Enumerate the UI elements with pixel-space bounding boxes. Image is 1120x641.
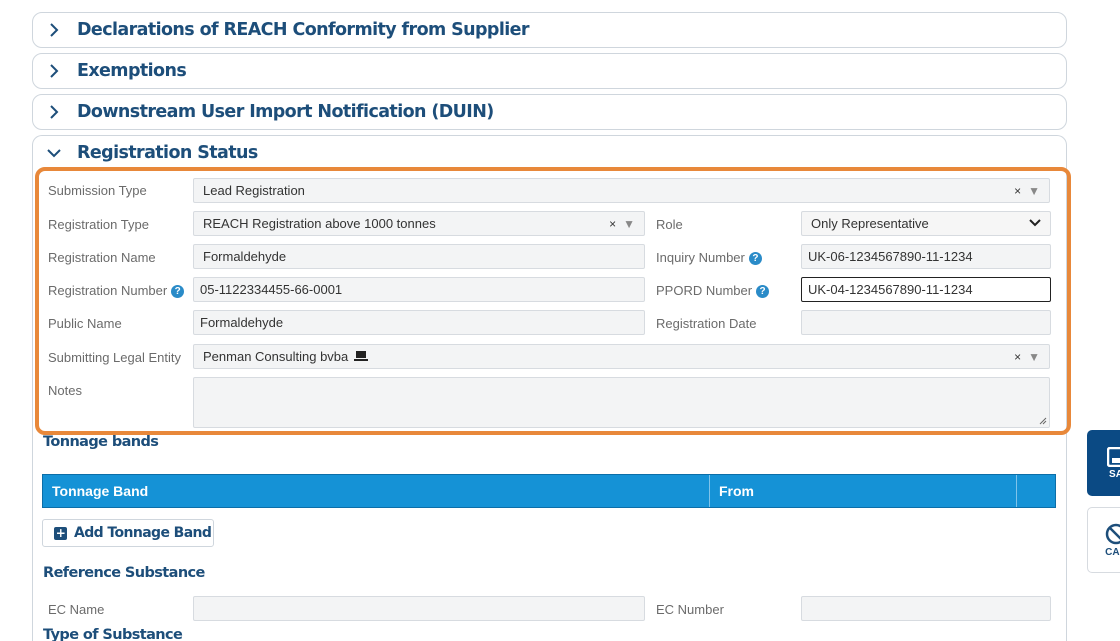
reference-substance-title: Reference Substance: [43, 565, 205, 581]
accordion-title: Registration Status: [77, 143, 258, 163]
public-name-value: Formaldehyde: [200, 315, 284, 330]
submission-type-select[interactable]: Lead Registration × ▼: [193, 178, 1050, 203]
submitting-legal-entity-label: Submitting Legal Entity: [48, 350, 181, 365]
registration-name-label: Registration Name: [48, 250, 156, 265]
role-select[interactable]: Only Representative: [801, 211, 1051, 236]
role-value: Only Representative: [811, 216, 929, 231]
inquiry-number-label: Inquiry Number?: [656, 250, 762, 266]
ppord-number-input[interactable]: UK-04-1234567890-11-1234: [801, 277, 1051, 302]
laptop-icon: [354, 351, 369, 362]
accordion-title: Downstream User Import Notification (DUI…: [77, 102, 494, 122]
submission-type-value: Lead Registration: [203, 183, 305, 198]
caret-down-icon[interactable]: ▼: [623, 217, 635, 231]
registration-number-label: Registration Number?: [48, 283, 185, 299]
add-tonnage-band-button[interactable]: + Add Tonnage Band: [42, 519, 214, 547]
tonnage-table-header: Tonnage Band From: [42, 474, 1056, 508]
registration-date-input[interactable]: [801, 310, 1051, 335]
add-tonnage-band-label: Add Tonnage Band: [74, 525, 212, 541]
ppord-number-label: PPORD Number?: [656, 283, 770, 299]
caret-down-icon[interactable]: ▼: [1028, 350, 1040, 364]
submitting-legal-entity-select[interactable]: Penman Consulting bvba × ▼: [193, 344, 1050, 369]
cancel-button[interactable]: CAN: [1087, 507, 1120, 573]
column-header-from[interactable]: From: [710, 475, 1017, 507]
resize-handle-icon[interactable]: [1038, 416, 1047, 425]
accordion-exemptions[interactable]: Exemptions: [32, 53, 1067, 89]
chevron-right-icon: [43, 19, 65, 41]
ec-number-input[interactable]: [801, 596, 1051, 621]
inquiry-number-value: UK-06-1234567890-11-1234: [808, 249, 973, 264]
role-label: Role: [656, 217, 683, 232]
chevron-down-icon: [1029, 217, 1041, 231]
inquiry-number-label-text: Inquiry Number: [656, 250, 745, 265]
inquiry-number-input[interactable]: UK-06-1234567890-11-1234: [801, 244, 1051, 269]
ppord-number-value: UK-04-1234567890-11-1234: [808, 282, 973, 297]
column-header-tonnage-band[interactable]: Tonnage Band: [43, 475, 710, 507]
public-name-label: Public Name: [48, 316, 122, 331]
registration-date-label: Registration Date: [656, 316, 757, 331]
column-header-extra: [1017, 475, 1055, 507]
type-of-substance-title: Type of Substance: [43, 627, 183, 641]
clear-icon[interactable]: ×: [1014, 350, 1021, 364]
registration-type-label: Registration Type: [48, 217, 149, 232]
registration-type-value: REACH Registration above 1000 tonnes: [203, 216, 436, 231]
submission-type-label: Submission Type: [48, 183, 147, 198]
accordion-title: Declarations of REACH Conformity from Su…: [77, 20, 530, 40]
accordion-header[interactable]: Registration Status: [33, 136, 1066, 170]
notes-label: Notes: [48, 383, 82, 398]
tonnage-bands-title: Tonnage bands: [43, 434, 159, 450]
submitting-legal-entity-value: Penman Consulting bvba: [203, 349, 349, 364]
ppord-number-label-text: PPORD Number: [656, 283, 753, 298]
accordion-reach-conformity[interactable]: Declarations of REACH Conformity from Su…: [32, 12, 1067, 48]
chevron-down-icon: [43, 142, 65, 164]
registration-name-input[interactable]: Formaldehyde: [193, 244, 645, 269]
chevron-right-icon: [43, 101, 65, 123]
accordion-duin[interactable]: Downstream User Import Notification (DUI…: [32, 94, 1067, 130]
save-button[interactable]: SA: [1087, 430, 1120, 496]
clear-icon[interactable]: ×: [1014, 184, 1021, 198]
chevron-right-icon: [43, 60, 65, 82]
ec-name-label: EC Name: [48, 602, 105, 617]
save-label: SA: [1109, 468, 1120, 480]
registration-type-select[interactable]: REACH Registration above 1000 tonnes × ▼: [193, 211, 645, 236]
registration-number-label-text: Registration Number: [48, 283, 168, 298]
ec-name-input[interactable]: [193, 596, 645, 621]
clear-icon[interactable]: ×: [609, 217, 616, 231]
notes-textarea[interactable]: [193, 377, 1050, 428]
registration-number-input[interactable]: 05-1122334455-66-0001: [193, 277, 645, 302]
registration-name-value: Formaldehyde: [203, 249, 287, 264]
help-icon[interactable]: ?: [171, 285, 185, 299]
cancel-icon: [1087, 523, 1120, 545]
registration-number-value: 05-1122334455-66-0001: [200, 282, 343, 297]
plus-icon: +: [54, 526, 67, 540]
ec-number-label: EC Number: [656, 602, 724, 617]
public-name-input[interactable]: Formaldehyde: [193, 310, 645, 335]
caret-down-icon[interactable]: ▼: [1028, 184, 1040, 198]
help-icon[interactable]: ?: [756, 285, 770, 299]
help-icon[interactable]: ?: [748, 252, 762, 266]
cancel-label: CAN: [1105, 546, 1120, 558]
save-icon: [1089, 446, 1120, 467]
accordion-title: Exemptions: [77, 61, 187, 81]
